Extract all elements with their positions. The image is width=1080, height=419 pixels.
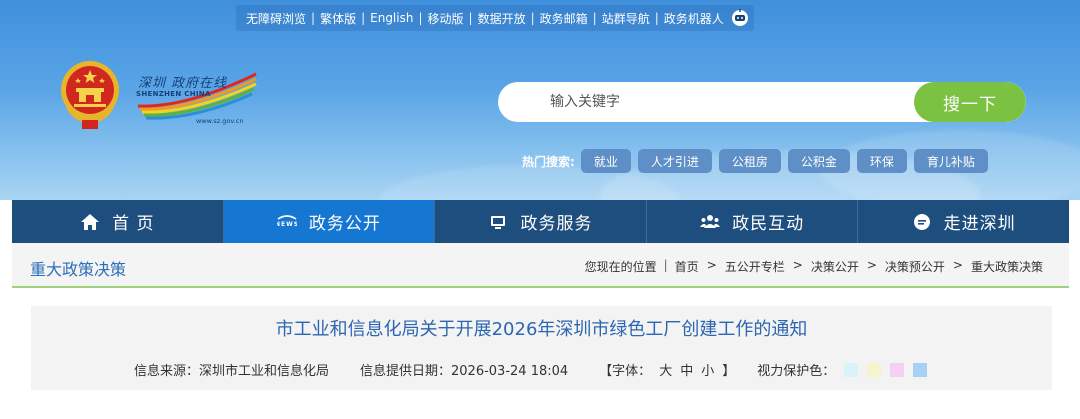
hot-search-bar: 热门搜索: 就业 人才引进 公租房 公积金 环保 育儿补贴	[522, 148, 995, 174]
hot-tag[interactable]: 环保	[856, 149, 907, 173]
link-robot[interactable]: 政务机器人	[664, 10, 724, 27]
news-icon: NEWS	[275, 212, 298, 232]
link-traditional[interactable]: 繁体版	[320, 10, 356, 27]
logo-english-text: SHENZHEN CHINA	[136, 90, 211, 98]
nav-gov-affairs[interactable]: NEWS 政务公开	[223, 200, 436, 243]
nav-explore-sz[interactable]: 走进深圳	[858, 200, 1069, 243]
hot-tag[interactable]: 公租房	[718, 149, 781, 173]
breadcrumb: 您现在的位置 | 首页 > 五公开专栏 > 决策公开 > 决策预公开 > 重大政…	[585, 258, 1043, 275]
header-banner: 无障碍浏览 | 繁体版 | English | 移动版 | 数据开放 | 政务邮…	[0, 0, 1080, 200]
hot-tag[interactable]: 就业	[580, 149, 631, 173]
link-english[interactable]: English	[370, 11, 413, 25]
vision-protect-label: 视力保护色：	[757, 364, 836, 379]
shenzhen-gov-logo[interactable]: 深圳 政府在线 SHENZHEN CHINA www.sz.gov.cn	[136, 68, 258, 128]
font-medium-button[interactable]: 中	[680, 360, 693, 379]
nav-label: 政民互动	[732, 214, 805, 234]
separator: |	[418, 11, 423, 25]
nav-label: 政务服务	[520, 214, 593, 234]
nav-label: 政务公开	[308, 214, 381, 234]
national-emblem-icon	[56, 58, 124, 132]
breadcrumb-item[interactable]: 重大政策决策	[971, 258, 1043, 275]
svg-text:NEWS: NEWS	[277, 221, 297, 228]
hot-tag[interactable]: 人才引进	[637, 149, 712, 173]
font-size-close: 】	[722, 364, 736, 379]
link-mobile[interactable]: 移动版	[428, 10, 464, 27]
logo-url-text: www.sz.gov.cn	[196, 117, 244, 125]
hot-search-label: 热门搜索:	[522, 154, 575, 169]
nav-interaction[interactable]: 政民互动	[647, 200, 859, 243]
link-site-nav[interactable]: 站群导航	[602, 10, 650, 27]
separator: >	[866, 258, 877, 272]
link-accessible[interactable]: 无障碍浏览	[246, 10, 306, 27]
hot-tag[interactable]: 育儿补贴	[913, 149, 988, 173]
nav-home[interactable]: 首 页	[12, 200, 224, 243]
nav-label: 走进深圳	[943, 214, 1016, 234]
search-button[interactable]: 搜一下	[914, 82, 1026, 122]
chat-icon	[912, 212, 932, 232]
separator: |	[361, 11, 366, 25]
separator: >	[792, 258, 803, 272]
article-header: 市工业和信息化局关于开展2026年深圳市绿色工厂创建工作的通知 信息来源：深圳市…	[31, 306, 1052, 390]
link-open-data[interactable]: 数据开放	[478, 10, 526, 27]
separator: |	[663, 258, 668, 272]
font-size-open: 【字体：	[599, 364, 652, 379]
robot-icon[interactable]	[730, 8, 750, 28]
link-gov-mail[interactable]: 政务邮箱	[540, 10, 588, 27]
separator: >	[706, 258, 717, 272]
search-input[interactable]	[498, 82, 914, 122]
breadcrumb-item[interactable]: 首页	[675, 258, 699, 275]
vision-color-swatch[interactable]	[913, 362, 928, 377]
logo-chinese-text: 深圳 政府在线	[138, 76, 228, 91]
font-small-button[interactable]: 小	[701, 360, 714, 379]
separator: |	[530, 11, 535, 25]
breadcrumb-item[interactable]: 五公开专栏	[725, 258, 785, 275]
info-source: 信息来源：深圳市工业和信息化局	[134, 364, 330, 379]
people-icon	[700, 212, 721, 232]
main-nav: 首 页 NEWS 政务公开 政务服务 政民互动 走进深圳	[12, 200, 1069, 243]
article-meta: 信息来源：深圳市工业和信息化局 信息提供日期：2026-03-24 18:04 …	[134, 360, 928, 379]
search-box: 搜一下	[498, 82, 1026, 122]
vision-color-swatch[interactable]	[844, 362, 859, 377]
separator: |	[654, 11, 659, 25]
article-title: 市工业和信息化局关于开展2026年深圳市绿色工厂创建工作的通知	[275, 319, 808, 340]
font-large-button[interactable]: 大	[659, 360, 672, 379]
vision-color-swatch[interactable]	[890, 362, 905, 377]
breadcrumb-item[interactable]: 决策预公开	[885, 258, 945, 275]
hot-tag[interactable]: 公积金	[787, 149, 850, 173]
breadcrumb-prefix: 您现在的位置	[584, 260, 657, 274]
top-links-bar: 无障碍浏览 | 繁体版 | English | 移动版 | 数据开放 | 政务邮…	[236, 5, 754, 31]
info-date: 信息提供日期：2026-03-24 18:04	[360, 364, 569, 379]
breadcrumb-bar: 重大政策决策 您现在的位置 | 首页 > 五公开专栏 > 决策公开 > 决策预公…	[12, 243, 1069, 288]
breadcrumb-item[interactable]: 决策公开	[811, 258, 859, 275]
separator: |	[311, 11, 316, 25]
nav-gov-services[interactable]: 政务服务	[435, 200, 647, 243]
home-icon	[80, 212, 100, 232]
nav-label: 首 页	[112, 214, 155, 234]
monitor-icon	[488, 212, 508, 232]
vision-color-swatch[interactable]	[867, 362, 882, 377]
separator: |	[592, 11, 597, 25]
section-title: 重大政策决策	[30, 260, 127, 279]
separator: |	[468, 11, 473, 25]
separator: >	[952, 258, 963, 272]
